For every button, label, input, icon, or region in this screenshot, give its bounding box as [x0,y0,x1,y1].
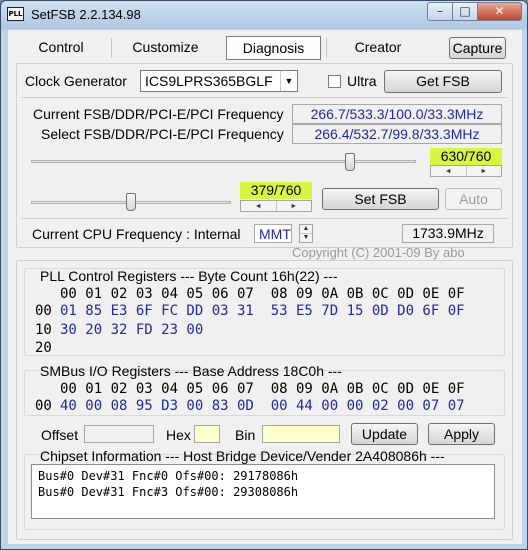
fsb-slider-readout: 630/760 [430,148,502,165]
offset-label: Offset [41,427,79,443]
apply-button[interactable]: Apply [428,423,495,445]
close-button[interactable]: ✕ [477,2,522,21]
tab-control[interactable]: Control [16,36,106,60]
cpu-frequency-value: 1733.9MHz [402,224,494,243]
divider [21,97,508,98]
offset-field[interactable] [84,425,154,443]
capture-button[interactable]: Capture [449,37,506,59]
select-frequency-value: 266.4/532.7/99.8/33.3MHz [292,124,502,144]
pll-spinner[interactable]: ◄ ► [240,200,312,212]
hex-label: Hex [166,427,191,443]
window-title: SetFSB 2.2.134.98 [31,7,141,22]
select-frequency-label: Select FSB/DDR/PCI-E/PCI Frequency [41,126,284,142]
pll-slider-thumb[interactable] [125,193,136,211]
fsb-slider-thumb[interactable] [345,153,356,171]
down-arrow-icon[interactable]: ▼ [300,234,312,242]
client-area: Control Customize Diagnosis Creator Capt… [8,30,522,544]
tab-customize[interactable]: Customize [118,36,213,60]
app-icon: PLL [7,7,24,21]
divider [21,218,508,219]
right-arrow-icon[interactable]: ► [467,166,502,176]
maximize-button[interactable]: □ [452,2,478,21]
pll-row-values[interactable]: 30 20 32 FD 23 00 [60,322,203,338]
ultra-label: Ultra [347,73,377,89]
pll-row-values[interactable]: 01 85 E3 6F FC DD 03 31 53 E5 7D 15 0D D… [60,303,465,319]
tab-diagnosis[interactable]: Diagnosis [226,36,321,60]
tab-divider [326,38,327,58]
pll-column-header: 00 01 02 03 04 05 06 07 08 09 0A 0B 0C 0… [60,286,465,302]
smbus-row-address: 00 [35,398,52,414]
get-fsb-button[interactable]: Get FSB [384,70,502,93]
auto-button[interactable]: Auto [445,188,502,210]
bin-label: Bin [235,427,256,443]
chipset-line: Bus#0 Dev#31 Fnc#0 Ofs#00: 29178086h [38,469,299,483]
chevron-down-icon[interactable]: ▼ [280,71,297,91]
pll-row-address: 20 [35,340,52,356]
up-arrow-icon[interactable]: ▲ [300,225,312,234]
smbus-column-header: 00 01 02 03 04 05 06 07 08 09 0A 0B 0C 0… [60,381,465,397]
update-button[interactable]: Update [351,423,418,445]
smbus-row-values[interactable]: 40 00 08 95 D3 00 83 0D 00 44 00 00 02 0… [60,398,465,414]
pll-registers-title: PLL Control Registers --- Byte Count 16h… [40,268,338,284]
tab-divider [111,38,112,58]
pll-slider-readout: 379/760 [240,182,312,199]
pll-row-address: 10 [35,322,52,338]
cpu-mode-spinner[interactable]: ▲ ▼ [299,224,313,243]
left-arrow-icon[interactable]: ◄ [431,166,467,176]
set-fsb-button[interactable]: Set FSB [322,188,439,210]
clock-generator-value: ICS9LPRS365BGLF [145,73,273,89]
pll-row-address: 00 [35,303,52,319]
hex-field[interactable] [194,425,220,443]
setfsb-window: PLL SetFSB 2.2.134.98 – □ ✕ Control Cust… [0,0,528,550]
chipset-line: Bus#0 Dev#31 Fnc#3 Ofs#00: 29308086h [38,485,299,499]
cpu-mode-value: MMT [259,226,291,242]
clock-generator-label: Clock Generator [25,73,127,89]
fsb-slider-track[interactable] [31,160,416,163]
chipset-info-box[interactable]: Bus#0 Dev#31 Fnc#0 Ofs#00: 29178086h Bus#… [31,464,495,519]
cpu-frequency-label: Current CPU Frequency : Internal [32,226,241,242]
tab-creator[interactable]: Creator [333,36,423,60]
title-bar[interactable]: PLL SetFSB 2.2.134.98 – □ ✕ [1,1,527,29]
clock-generator-select[interactable]: ICS9LPRS365BGLF ▼ [140,70,298,92]
smbus-registers-title: SMBus I/O Registers --- Base Address 18C… [40,363,342,379]
current-frequency-value: 266.7/533.3/100.0/33.3MHz [292,104,502,124]
copyright-text: Copyright (C) 2001-09 By abo [292,245,465,260]
current-frequency-label: Current FSB/DDR/PCI-E/PCI Frequency [33,106,284,122]
chipset-title: Chipset Information --- Host Bridge Devi… [40,448,445,464]
minimize-button[interactable]: – [427,2,453,21]
cpu-mode-field[interactable]: MMT [254,224,292,243]
ultra-checkbox[interactable] [328,75,341,88]
bin-field[interactable] [262,425,340,443]
right-arrow-icon[interactable]: ► [277,201,312,211]
fsb-spinner[interactable]: ◄ ► [430,165,502,177]
left-arrow-icon[interactable]: ◄ [241,201,277,211]
